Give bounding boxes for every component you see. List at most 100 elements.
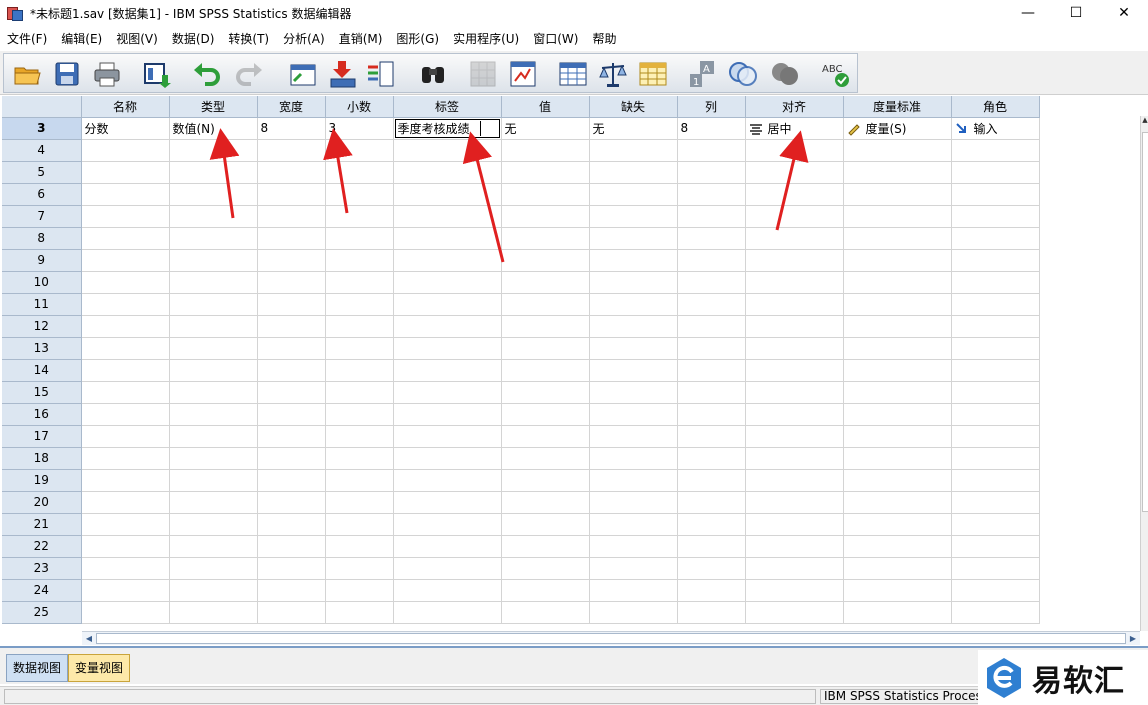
empty-grid-cell[interactable] [169, 161, 258, 184]
empty-grid-cell[interactable] [393, 381, 502, 404]
empty-grid-cell[interactable] [745, 315, 844, 338]
empty-grid-cell[interactable] [81, 183, 170, 206]
empty-grid-cell[interactable] [257, 403, 326, 426]
empty-grid-cell[interactable] [169, 557, 258, 580]
empty-grid-cell[interactable] [393, 601, 502, 624]
empty-grid-cell[interactable] [393, 513, 502, 536]
column-header-width[interactable]: 宽度 [257, 96, 326, 118]
empty-grid-cell[interactable] [677, 315, 746, 338]
empty-grid-cell[interactable] [257, 513, 326, 536]
empty-grid-cell[interactable] [169, 139, 258, 162]
empty-grid-cell[interactable] [81, 513, 170, 536]
menu-view[interactable]: 视图(V) [109, 28, 165, 50]
empty-grid-cell[interactable] [951, 315, 1040, 338]
empty-grid-cell[interactable] [843, 249, 952, 272]
empty-grid-cell[interactable] [745, 183, 844, 206]
empty-grid-cell[interactable] [257, 557, 326, 580]
row-header[interactable]: 22 [2, 535, 82, 558]
empty-grid-cell[interactable] [843, 161, 952, 184]
column-header-decimals[interactable]: 小数 [325, 96, 394, 118]
minimize-button[interactable]: — [1004, 0, 1052, 26]
cell-decimals[interactable]: 3 [325, 117, 394, 140]
empty-grid-cell[interactable] [501, 293, 590, 316]
empty-grid-cell[interactable] [951, 381, 1040, 404]
cell-measure[interactable]: 度量(S) [843, 117, 952, 140]
empty-grid-cell[interactable] [393, 227, 502, 250]
menu-direct-marketing[interactable]: 直销(M) [332, 28, 390, 50]
goto-variable-icon[interactable] [328, 59, 358, 89]
empty-grid-cell[interactable] [169, 469, 258, 492]
empty-grid-cell[interactable] [169, 227, 258, 250]
empty-grid-cell[interactable] [169, 249, 258, 272]
empty-grid-cell[interactable] [951, 205, 1040, 228]
corner-header[interactable] [2, 96, 82, 118]
empty-grid-cell[interactable] [843, 315, 952, 338]
save-icon[interactable] [52, 59, 82, 89]
menu-help[interactable]: 帮助 [585, 28, 623, 50]
empty-grid-cell[interactable] [501, 491, 590, 514]
empty-grid-cell[interactable] [257, 447, 326, 470]
empty-grid-cell[interactable] [393, 447, 502, 470]
empty-grid-cell[interactable] [589, 249, 678, 272]
empty-grid-cell[interactable] [951, 491, 1040, 514]
empty-grid-cell[interactable] [169, 315, 258, 338]
empty-grid-cell[interactable] [325, 579, 394, 602]
empty-grid-cell[interactable] [81, 271, 170, 294]
close-button[interactable]: ✕ [1100, 0, 1148, 26]
empty-grid-cell[interactable] [169, 271, 258, 294]
empty-grid-cell[interactable] [589, 381, 678, 404]
empty-grid-cell[interactable] [501, 205, 590, 228]
empty-grid-cell[interactable] [325, 601, 394, 624]
empty-grid-cell[interactable] [393, 491, 502, 514]
empty-grid-cell[interactable] [589, 161, 678, 184]
row-header[interactable]: 19 [2, 469, 82, 492]
empty-grid-cell[interactable] [393, 557, 502, 580]
empty-grid-cell[interactable] [745, 425, 844, 448]
empty-grid-cell[interactable] [677, 161, 746, 184]
cell-name[interactable]: 分数 [81, 117, 170, 140]
goto-case-icon[interactable] [288, 59, 318, 89]
empty-grid-cell[interactable] [843, 557, 952, 580]
empty-grid-cell[interactable] [501, 183, 590, 206]
label-edit-input[interactable]: 季度考核成绩 [394, 118, 500, 138]
empty-grid-cell[interactable] [81, 601, 170, 624]
menu-analyze[interactable]: 分析(A) [276, 28, 332, 50]
empty-grid-cell[interactable] [589, 535, 678, 558]
empty-grid-cell[interactable] [393, 161, 502, 184]
empty-grid-cell[interactable] [951, 557, 1040, 580]
empty-grid-cell[interactable] [501, 337, 590, 360]
empty-grid-cell[interactable] [393, 293, 502, 316]
cell-columns[interactable]: 8 [677, 117, 746, 140]
empty-grid-cell[interactable] [677, 403, 746, 426]
empty-grid-cell[interactable] [501, 601, 590, 624]
empty-grid-cell[interactable] [745, 447, 844, 470]
row-header[interactable]: 23 [2, 557, 82, 580]
column-header-role[interactable]: 角色 [951, 96, 1040, 118]
empty-grid-cell[interactable] [589, 469, 678, 492]
row-header[interactable]: 3 [2, 117, 82, 140]
empty-grid-cell[interactable] [951, 139, 1040, 162]
column-header-columns[interactable]: 列 [677, 96, 746, 118]
menu-file[interactable]: 文件(F) [0, 28, 54, 50]
empty-grid-cell[interactable] [745, 535, 844, 558]
empty-grid-cell[interactable] [325, 315, 394, 338]
row-header[interactable]: 21 [2, 513, 82, 536]
empty-grid-cell[interactable] [325, 535, 394, 558]
row-header[interactable]: 13 [2, 337, 82, 360]
cell-type[interactable]: 数值(N) [169, 117, 258, 140]
empty-grid-cell[interactable] [257, 183, 326, 206]
empty-grid-cell[interactable] [325, 513, 394, 536]
empty-grid-cell[interactable] [325, 469, 394, 492]
empty-grid-cell[interactable] [843, 535, 952, 558]
empty-grid-cell[interactable] [325, 293, 394, 316]
empty-grid-cell[interactable] [257, 271, 326, 294]
empty-grid-cell[interactable] [501, 557, 590, 580]
horizontal-scroll-thumb[interactable] [96, 633, 1126, 644]
empty-grid-cell[interactable] [393, 315, 502, 338]
row-header[interactable]: 9 [2, 249, 82, 272]
empty-grid-cell[interactable] [393, 403, 502, 426]
empty-grid-cell[interactable] [501, 139, 590, 162]
empty-grid-cell[interactable] [81, 535, 170, 558]
row-header[interactable]: 11 [2, 293, 82, 316]
empty-grid-cell[interactable] [501, 425, 590, 448]
